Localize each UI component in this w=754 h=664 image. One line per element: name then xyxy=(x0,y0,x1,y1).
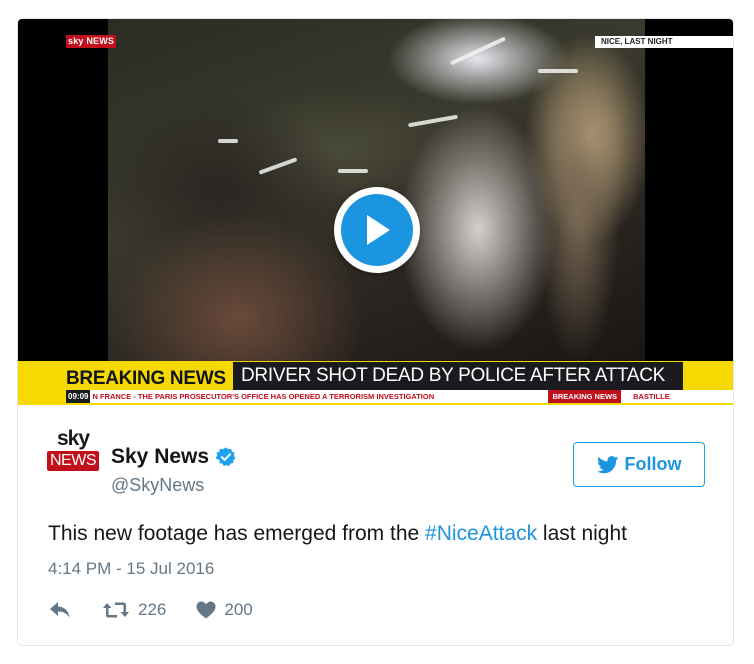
heart-icon xyxy=(196,601,216,619)
hashtag-link[interactable]: #NiceAttack xyxy=(425,522,537,545)
breaking-news-headline: DRIVER SHOT DEAD BY POLICE AFTER ATTACK xyxy=(233,362,683,390)
tweet-timestamp[interactable]: 4:14 PM - 15 Jul 2016 xyxy=(48,558,214,580)
avatar-news-text: NEWS xyxy=(47,451,99,471)
retweet-icon xyxy=(103,602,129,618)
like-count: 200 xyxy=(224,600,253,619)
sky-news-channel-logo: sky NEWS xyxy=(66,35,117,48)
author-display-name: Sky News xyxy=(111,445,210,468)
ticker-tag: BREAKING NEWS xyxy=(548,390,622,403)
avatar-sky-text: sky xyxy=(56,427,90,450)
ticker-text: N FRANCE - THE PARIS PROSECUTOR'S OFFICE… xyxy=(92,392,435,401)
news-ticker: 09:09 N FRANCE - THE PARIS PROSECUTOR'S O… xyxy=(66,390,733,403)
reply-button[interactable] xyxy=(48,600,72,620)
follow-button[interactable]: Follow xyxy=(573,442,705,487)
ticker-time: 09:09 xyxy=(66,390,91,403)
follow-label: Follow xyxy=(624,454,682,474)
author-handle[interactable]: @SkyNews xyxy=(111,473,204,497)
tweet-card: sky NEWS NICE, LAST NIGHT BREAKING NEWS … xyxy=(17,18,734,646)
tweet-actions: 226 200 xyxy=(48,597,253,623)
twitter-bird-icon xyxy=(596,455,618,473)
ticker-next: BASTILLE xyxy=(633,392,670,401)
tweet-text-before: This new footage has emerged from the xyxy=(48,522,426,545)
breaking-news-label: BREAKING NEWS xyxy=(66,368,226,389)
retweet-count: 226 xyxy=(138,600,167,619)
verified-badge-icon xyxy=(215,447,236,466)
play-icon xyxy=(341,194,413,266)
video-player[interactable]: sky NEWS NICE, LAST NIGHT BREAKING NEWS … xyxy=(18,19,733,405)
like-button[interactable]: 200 xyxy=(196,599,253,621)
retweet-button[interactable]: 226 xyxy=(102,599,166,621)
location-bug: NICE, LAST NIGHT xyxy=(595,36,733,48)
tweet-text: This new footage has emerged from the #N… xyxy=(48,520,627,548)
avatar[interactable]: sky NEWS xyxy=(46,427,100,479)
author-name[interactable]: Sky News xyxy=(111,444,237,470)
tweet-text-after: last night xyxy=(537,522,627,545)
play-button[interactable] xyxy=(334,187,420,273)
reply-icon xyxy=(50,602,70,618)
